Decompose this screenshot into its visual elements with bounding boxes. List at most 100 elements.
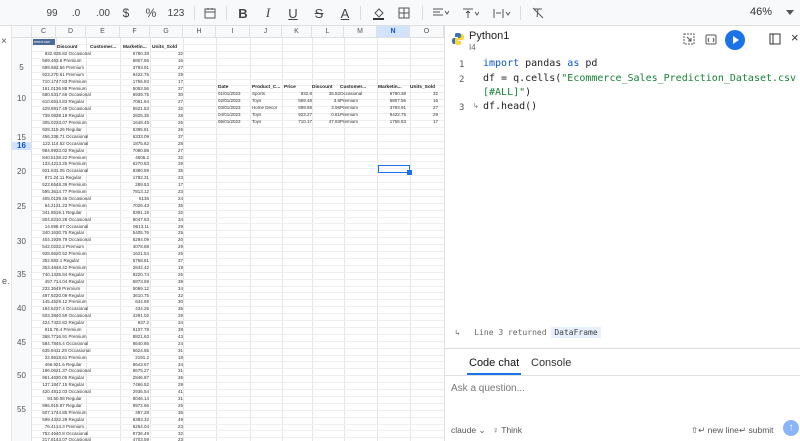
cell: 35 bbox=[177, 168, 183, 174]
row-header[interactable]: 30 bbox=[12, 238, 32, 246]
grid-line bbox=[32, 230, 444, 232]
percent-button[interactable]: % bbox=[144, 4, 158, 22]
cell: 5053.56 bbox=[132, 85, 149, 91]
column-header[interactable]: H bbox=[183, 26, 216, 38]
row-header[interactable]: 16 bbox=[12, 142, 32, 150]
return-arrow-icon: ↳ bbox=[455, 328, 475, 337]
cell: 8821.63 bbox=[132, 333, 149, 339]
column-header[interactable]: E bbox=[86, 26, 120, 38]
bold-button[interactable]: B bbox=[236, 4, 250, 22]
increase-decimal-button[interactable]: .00 bbox=[94, 4, 112, 22]
text-wrap-icon[interactable] bbox=[492, 4, 512, 22]
column-title: Units_Sold bbox=[152, 45, 178, 50]
grid-line bbox=[32, 195, 444, 197]
decrease-decimal-button[interactable]: .0 bbox=[68, 4, 84, 22]
column-header[interactable]: O bbox=[410, 26, 444, 38]
cell: 20.52 Premium bbox=[56, 251, 87, 257]
new-line-hint: ⇧↵ new line bbox=[691, 425, 739, 436]
fill-color-icon[interactable] bbox=[370, 4, 386, 22]
column-header[interactable]: F bbox=[120, 26, 150, 38]
cell: 48.39 Premium bbox=[56, 182, 87, 188]
left-panel: × e. bbox=[0, 26, 12, 441]
row-header[interactable]: 55 bbox=[12, 406, 32, 414]
selected-cell[interactable] bbox=[378, 165, 410, 173]
column-header[interactable]: M bbox=[344, 26, 377, 38]
tab-code-chat[interactable]: Code chat bbox=[469, 357, 519, 369]
close-icon[interactable]: × bbox=[1, 36, 7, 47]
row-header[interactable]: 50 bbox=[12, 372, 32, 380]
grid-line bbox=[32, 437, 444, 439]
row-header[interactable]: 10 bbox=[12, 95, 32, 103]
zoom-level[interactable]: 46% bbox=[750, 6, 772, 18]
row-header[interactable]: 40 bbox=[12, 305, 32, 313]
grid-line bbox=[32, 320, 444, 321]
cell: 961.46 bbox=[42, 375, 56, 381]
cell: 20.09 Regular bbox=[56, 292, 85, 298]
run-button[interactable] bbox=[725, 30, 745, 50]
lightbulb-icon: ♀ bbox=[492, 425, 500, 435]
decimal-places-button[interactable]: 99 bbox=[44, 4, 60, 22]
grid-line bbox=[32, 50, 444, 52]
currency-button[interactable]: $ bbox=[120, 4, 132, 22]
column-header[interactable]: K bbox=[282, 26, 312, 38]
cell: 429.89 bbox=[42, 106, 56, 112]
cell: 569.48 bbox=[298, 97, 312, 103]
column-title: Units_Sold bbox=[410, 85, 436, 90]
column-header[interactable]: I bbox=[216, 26, 250, 38]
column-header[interactable]: J bbox=[250, 26, 282, 38]
strikethrough-button[interactable]: S bbox=[312, 4, 326, 22]
code-line-3[interactable]: df.head() bbox=[483, 101, 537, 112]
code-line-2[interactable]: df = q.cells("Ecommerce_Sales_Prediction… bbox=[483, 73, 796, 84]
cell: 17.66 Occasional bbox=[56, 92, 91, 98]
clear-formatting-icon[interactable] bbox=[530, 4, 546, 22]
snippets-icon[interactable] bbox=[705, 32, 717, 50]
chevron-down-icon[interactable] bbox=[786, 10, 794, 15]
calendar-icon[interactable] bbox=[202, 4, 218, 22]
send-button[interactable]: ↑ bbox=[783, 420, 799, 436]
vertical-align-icon[interactable] bbox=[462, 4, 480, 22]
row-header[interactable]: 35 bbox=[12, 271, 32, 279]
cell: 38.22 Premium bbox=[56, 154, 87, 160]
grid-line bbox=[32, 306, 444, 308]
model-selector[interactable]: claude ⌄ ♀ Think bbox=[451, 425, 522, 436]
think-toggle[interactable]: Think bbox=[501, 425, 522, 435]
row-header[interactable]: 25 bbox=[12, 203, 32, 211]
number-format-button[interactable]: 123 bbox=[166, 4, 186, 22]
code-line-2-wrap[interactable]: [#ALL]") bbox=[483, 87, 531, 98]
column-header[interactable]: N bbox=[377, 26, 410, 38]
status-type-badge[interactable]: DataFrame bbox=[551, 327, 601, 338]
panel-divider[interactable] bbox=[445, 348, 800, 349]
cell: 37 bbox=[177, 258, 183, 263]
italic-button[interactable]: I bbox=[262, 4, 274, 22]
select-all-corner[interactable] bbox=[12, 26, 32, 38]
cell: 6294.09 bbox=[132, 237, 149, 243]
tab-console[interactable]: Console bbox=[531, 357, 571, 369]
borders-icon[interactable] bbox=[396, 4, 412, 22]
column-header[interactable]: C bbox=[32, 26, 56, 38]
column-header[interactable]: D bbox=[56, 26, 86, 38]
row-header[interactable]: 45 bbox=[12, 339, 32, 347]
column-header[interactable]: G bbox=[150, 26, 183, 38]
submit-label: submit bbox=[748, 425, 774, 435]
column-header[interactable]: L bbox=[312, 26, 344, 38]
cell: 19.1 Regular bbox=[56, 209, 82, 215]
cell: 145.45 bbox=[42, 299, 56, 305]
cell: 13.25 Premium bbox=[56, 161, 87, 167]
fill-handle[interactable] bbox=[407, 170, 412, 175]
cell: 31.23 Premium bbox=[56, 202, 87, 208]
horizontal-align-icon[interactable] bbox=[432, 4, 450, 22]
close-icon[interactable]: × bbox=[791, 30, 799, 45]
cell-reference-icon[interactable] bbox=[683, 32, 695, 50]
layout-toggle-icon[interactable] bbox=[769, 32, 781, 50]
underline-button[interactable]: U bbox=[287, 4, 299, 22]
cell: 17 bbox=[177, 78, 183, 84]
code-line-1[interactable]: import pandas as pd bbox=[483, 58, 597, 69]
grid-line bbox=[32, 389, 444, 390]
grid-line bbox=[32, 333, 444, 335]
chat-input[interactable]: Ask a question... bbox=[451, 383, 525, 394]
cell: 27 bbox=[177, 99, 183, 105]
row-header[interactable]: 20 bbox=[12, 168, 32, 176]
row-header[interactable]: 5 bbox=[12, 64, 32, 72]
text-color-button[interactable]: A bbox=[338, 4, 352, 22]
grid-line bbox=[32, 313, 444, 315]
